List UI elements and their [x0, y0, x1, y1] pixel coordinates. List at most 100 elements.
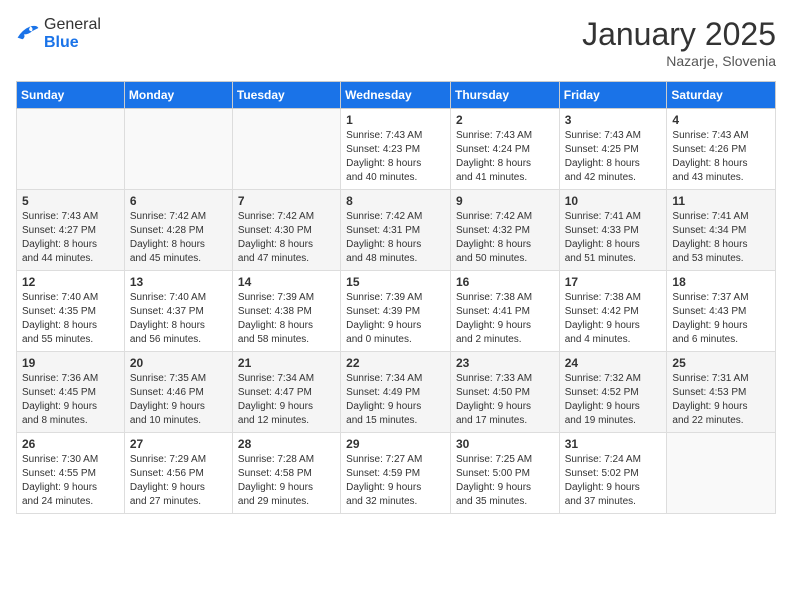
day-number: 14 — [238, 275, 335, 289]
location: Nazarje, Slovenia — [582, 53, 776, 69]
calendar-cell: 24 Sunrise: 7:32 AM Sunset: 4:52 PM Dayli… — [559, 352, 667, 433]
day-info: Sunrise: 7:43 AM Sunset: 4:27 PM Dayligh… — [22, 210, 119, 266]
day-info: Sunrise: 7:43 AM Sunset: 4:24 PM Dayligh… — [456, 129, 554, 185]
day-number: 9 — [456, 194, 554, 208]
weekday-header: Friday — [559, 82, 667, 109]
calendar-cell: 19Sunrise: 7:36 AM Sunset: 4:45 PM Dayli… — [17, 352, 125, 433]
day-info: Sunrise: 7:42 AM Sunset: 4:30 PM Dayligh… — [238, 210, 335, 266]
weekday-header-row: SundayMondayTuesdayWednesdayThursdayFrid… — [17, 82, 776, 109]
calendar-cell — [17, 109, 125, 190]
calendar-cell: 23Sunrise: 7:33 AM Sunset: 4:50 PM Dayli… — [450, 352, 559, 433]
calendar-cell — [124, 109, 232, 190]
calendar-cell: 8 Sunrise: 7:42 AM Sunset: 4:31 PM Daylig… — [341, 190, 451, 271]
page-header: General Blue January 2025 Nazarje, Slove… — [16, 16, 776, 69]
calendar-cell: 6Sunrise: 7:42 AM Sunset: 4:28 PM Daylig… — [124, 190, 232, 271]
day-info: Sunrise: 7:28 AM Sunset: 4:58 PM Dayligh… — [238, 453, 335, 509]
day-info: Sunrise: 7:25 AM Sunset: 5:00 PM Dayligh… — [456, 453, 554, 509]
calendar-cell: 21 Sunrise: 7:34 AM Sunset: 4:47 PM Dayli… — [232, 352, 340, 433]
day-info: Sunrise: 7:40 AM Sunset: 4:37 PM Dayligh… — [130, 291, 227, 347]
calendar-cell: 4Sunrise: 7:43 AM Sunset: 4:26 PM Daylig… — [667, 109, 776, 190]
day-info: Sunrise: 7:36 AM Sunset: 4:45 PM Dayligh… — [22, 372, 119, 428]
calendar-table: SundayMondayTuesdayWednesdayThursdayFrid… — [16, 81, 776, 514]
day-info: Sunrise: 7:34 AM Sunset: 4:47 PM Dayligh… — [238, 372, 335, 428]
day-info: Sunrise: 7:42 AM Sunset: 4:32 PM Dayligh… — [456, 210, 554, 266]
day-number: 2 — [456, 113, 554, 127]
day-number: 4 — [672, 113, 770, 127]
day-number: 24 — [565, 356, 662, 370]
calendar-week-row: 26 Sunrise: 7:30 AM Sunset: 4:55 PM Dayli… — [17, 433, 776, 514]
day-number: 11 — [672, 194, 770, 208]
calendar-cell: 13 Sunrise: 7:40 AM Sunset: 4:37 PM Dayli… — [124, 271, 232, 352]
calendar-cell: 27Sunrise: 7:29 AM Sunset: 4:56 PM Dayli… — [124, 433, 232, 514]
day-number: 21 — [238, 356, 335, 370]
day-number: 29 — [346, 437, 445, 451]
day-info: Sunrise: 7:43 AM Sunset: 4:25 PM Dayligh… — [565, 129, 662, 185]
calendar-cell: 1 Sunrise: 7:43 AM Sunset: 4:23 PM Daylig… — [341, 109, 451, 190]
calendar-cell — [667, 433, 776, 514]
day-number: 13 — [130, 275, 227, 289]
day-number: 8 — [346, 194, 445, 208]
calendar-cell: 30 Sunrise: 7:25 AM Sunset: 5:00 PM Dayli… — [450, 433, 559, 514]
day-info: Sunrise: 7:37 AM Sunset: 4:43 PM Dayligh… — [672, 291, 770, 347]
day-info: Sunrise: 7:35 AM Sunset: 4:46 PM Dayligh… — [130, 372, 227, 428]
weekday-header: Thursday — [450, 82, 559, 109]
calendar-cell: 9 Sunrise: 7:42 AM Sunset: 4:32 PM Daylig… — [450, 190, 559, 271]
day-number: 22 — [346, 356, 445, 370]
day-number: 6 — [130, 194, 227, 208]
weekday-header: Wednesday — [341, 82, 451, 109]
day-info: Sunrise: 7:30 AM Sunset: 4:55 PM Dayligh… — [22, 453, 119, 509]
day-number: 17 — [565, 275, 662, 289]
calendar-cell — [232, 109, 340, 190]
logo: General Blue — [16, 16, 101, 52]
day-number: 23 — [456, 356, 554, 370]
day-info: Sunrise: 7:39 AM Sunset: 4:38 PM Dayligh… — [238, 291, 335, 347]
day-info: Sunrise: 7:29 AM Sunset: 4:56 PM Dayligh… — [130, 453, 227, 509]
day-info: Sunrise: 7:38 AM Sunset: 4:42 PM Dayligh… — [565, 291, 662, 347]
weekday-header: Tuesday — [232, 82, 340, 109]
calendar-cell: 28 Sunrise: 7:28 AM Sunset: 4:58 PM Dayli… — [232, 433, 340, 514]
day-number: 7 — [238, 194, 335, 208]
day-number: 12 — [22, 275, 119, 289]
day-info: Sunrise: 7:43 AM Sunset: 4:23 PM Dayligh… — [346, 129, 445, 185]
title-block: January 2025 Nazarje, Slovenia — [582, 16, 776, 69]
calendar-cell: 14 Sunrise: 7:39 AM Sunset: 4:38 PM Dayli… — [232, 271, 340, 352]
day-info: Sunrise: 7:40 AM Sunset: 4:35 PM Dayligh… — [22, 291, 119, 347]
month-title: January 2025 — [582, 16, 776, 53]
calendar-cell: 17 Sunrise: 7:38 AM Sunset: 4:42 PM Dayli… — [559, 271, 667, 352]
weekday-header: Saturday — [667, 82, 776, 109]
calendar-cell: 2 Sunrise: 7:43 AM Sunset: 4:24 PM Daylig… — [450, 109, 559, 190]
day-info: Sunrise: 7:32 AM Sunset: 4:52 PM Dayligh… — [565, 372, 662, 428]
day-info: Sunrise: 7:24 AM Sunset: 5:02 PM Dayligh… — [565, 453, 662, 509]
day-info: Sunrise: 7:41 AM Sunset: 4:34 PM Dayligh… — [672, 210, 770, 266]
logo-bird-icon — [16, 22, 40, 42]
calendar-cell: 12 Sunrise: 7:40 AM Sunset: 4:35 PM Dayli… — [17, 271, 125, 352]
day-number: 28 — [238, 437, 335, 451]
day-info: Sunrise: 7:27 AM Sunset: 4:59 PM Dayligh… — [346, 453, 445, 509]
calendar-cell: 5 Sunrise: 7:43 AM Sunset: 4:27 PM Daylig… — [17, 190, 125, 271]
calendar-cell: 26 Sunrise: 7:30 AM Sunset: 4:55 PM Dayli… — [17, 433, 125, 514]
day-number: 26 — [22, 437, 119, 451]
calendar-cell: 7 Sunrise: 7:42 AM Sunset: 4:30 PM Daylig… — [232, 190, 340, 271]
day-number: 15 — [346, 275, 445, 289]
logo-general-text: General — [44, 16, 101, 33]
day-number: 30 — [456, 437, 554, 451]
day-number: 18 — [672, 275, 770, 289]
calendar-cell: 20Sunrise: 7:35 AM Sunset: 4:46 PM Dayli… — [124, 352, 232, 433]
calendar-cell: 25Sunrise: 7:31 AM Sunset: 4:53 PM Dayli… — [667, 352, 776, 433]
day-info: Sunrise: 7:39 AM Sunset: 4:39 PM Dayligh… — [346, 291, 445, 347]
weekday-header: Monday — [124, 82, 232, 109]
day-number: 10 — [565, 194, 662, 208]
calendar-cell: 3 Sunrise: 7:43 AM Sunset: 4:25 PM Daylig… — [559, 109, 667, 190]
day-number: 25 — [672, 356, 770, 370]
day-info: Sunrise: 7:42 AM Sunset: 4:31 PM Dayligh… — [346, 210, 445, 266]
weekday-header: Sunday — [17, 82, 125, 109]
day-info: Sunrise: 7:41 AM Sunset: 4:33 PM Dayligh… — [565, 210, 662, 266]
calendar-cell: 22 Sunrise: 7:34 AM Sunset: 4:49 PM Dayli… — [341, 352, 451, 433]
day-number: 3 — [565, 113, 662, 127]
day-number: 31 — [565, 437, 662, 451]
calendar-cell: 29 Sunrise: 7:27 AM Sunset: 4:59 PM Dayli… — [341, 433, 451, 514]
day-info: Sunrise: 7:34 AM Sunset: 4:49 PM Dayligh… — [346, 372, 445, 428]
calendar-cell: 16Sunrise: 7:38 AM Sunset: 4:41 PM Dayli… — [450, 271, 559, 352]
day-number: 1 — [346, 113, 445, 127]
day-number: 5 — [22, 194, 119, 208]
